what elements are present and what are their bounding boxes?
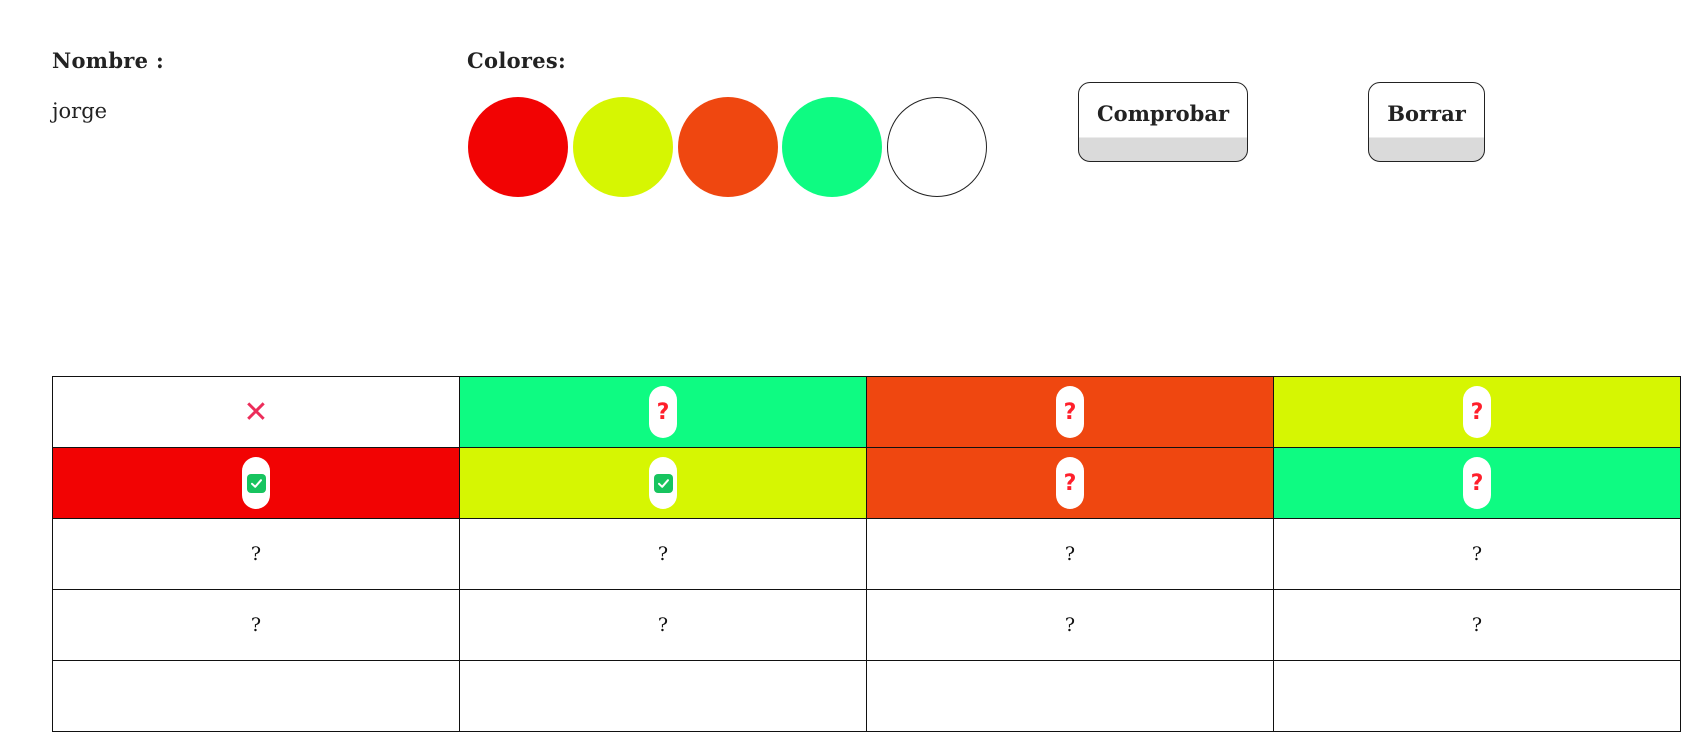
- board-cell[interactable]: [459, 660, 867, 732]
- cell-text: ?: [1064, 614, 1076, 636]
- board-cell[interactable]: ?: [52, 518, 460, 590]
- board-cell[interactable]: ?: [1273, 518, 1681, 590]
- board-cell[interactable]: ?: [52, 589, 460, 661]
- question-icon: ?: [1463, 457, 1491, 509]
- check-icon: [242, 457, 270, 509]
- check-button[interactable]: Comprobar: [1078, 82, 1248, 162]
- checkbox-checked-icon: [246, 473, 266, 493]
- question-icon: ?: [1056, 457, 1084, 509]
- question-icon: ?: [1056, 386, 1084, 438]
- board-cell[interactable]: [52, 447, 460, 519]
- board-cell[interactable]: [459, 447, 867, 519]
- board-cell[interactable]: ?: [1273, 589, 1681, 661]
- guess-board: ✕?????????????: [52, 376, 1681, 732]
- board-row: ✕???: [52, 376, 1681, 448]
- board-cell[interactable]: ✕: [52, 376, 460, 448]
- board-cell[interactable]: [52, 660, 460, 732]
- cell-text: ?: [250, 543, 262, 565]
- question-mark-text: ?: [656, 399, 670, 425]
- question-icon: ?: [649, 386, 677, 438]
- board-cell[interactable]: ?: [866, 589, 1274, 661]
- name-label: Nombre :: [52, 48, 164, 73]
- question-icon: ?: [1463, 386, 1491, 438]
- cell-text: ?: [250, 614, 262, 636]
- checkbox-checked-icon: [653, 473, 673, 493]
- board-row: ??: [52, 447, 1681, 519]
- question-mark-text: ?: [1063, 399, 1077, 425]
- question-mark-text: ?: [1470, 470, 1484, 496]
- board-cell[interactable]: ?: [459, 518, 867, 590]
- color-swatch-orange[interactable]: [678, 97, 778, 197]
- board-row: ????: [52, 518, 1681, 590]
- board-cell[interactable]: ?: [459, 376, 867, 448]
- color-swatch-green[interactable]: [782, 97, 882, 197]
- question-mark-text: ?: [1470, 399, 1484, 425]
- board-cell[interactable]: ?: [459, 589, 867, 661]
- name-value: jorge: [52, 99, 108, 123]
- color-swatch-red[interactable]: [468, 97, 568, 197]
- board-row: ????: [52, 589, 1681, 661]
- cell-text: ?: [657, 543, 669, 565]
- cell-text: ?: [1064, 543, 1076, 565]
- board-cell[interactable]: ?: [1273, 376, 1681, 448]
- board-cell[interactable]: [866, 660, 1274, 732]
- cell-text: ?: [1471, 614, 1483, 636]
- colors-label: Colores:: [467, 48, 567, 73]
- question-mark-text: ?: [1063, 470, 1077, 496]
- cell-text: ?: [657, 614, 669, 636]
- color-swatch-yellow[interactable]: [573, 97, 673, 197]
- board-row: [52, 660, 1681, 732]
- board-cell[interactable]: ?: [866, 447, 1274, 519]
- clear-button[interactable]: Borrar: [1368, 82, 1485, 162]
- board-cell[interactable]: ?: [866, 376, 1274, 448]
- board-cell[interactable]: ?: [866, 518, 1274, 590]
- color-swatch-white[interactable]: [887, 97, 987, 197]
- x-icon: ✕: [243, 394, 269, 430]
- cell-text: ?: [1471, 543, 1483, 565]
- check-icon: [649, 457, 677, 509]
- board-cell[interactable]: ?: [1273, 447, 1681, 519]
- board-cell[interactable]: [1273, 660, 1681, 732]
